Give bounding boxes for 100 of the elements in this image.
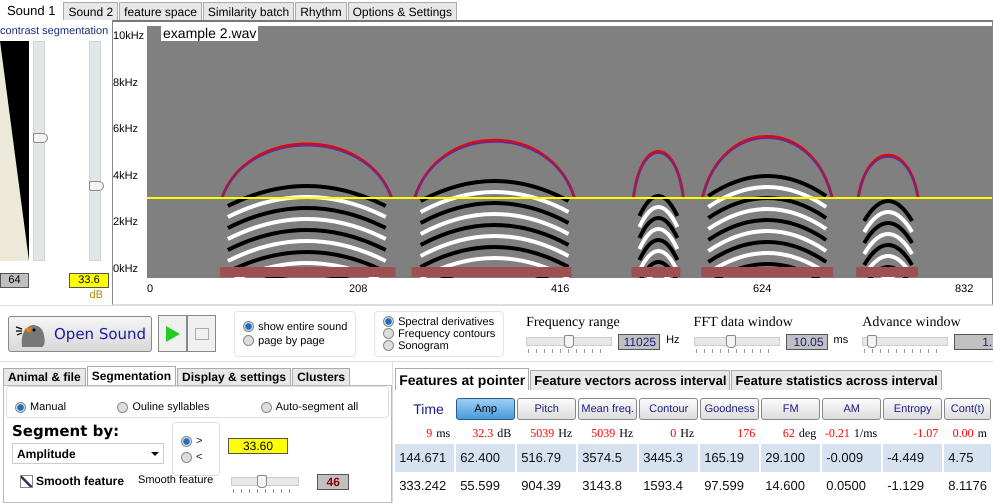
readout-unit: Hz bbox=[680, 426, 694, 441]
display-option[interactable]: Sonogram bbox=[383, 340, 496, 352]
horizontal-slider[interactable] bbox=[526, 336, 612, 346]
table-cell: 904.39 bbox=[517, 472, 578, 500]
sound-tab[interactable]: Options & Settings bbox=[348, 2, 457, 20]
time-label: Time bbox=[412, 401, 445, 417]
time-label: 624 bbox=[753, 283, 772, 295]
features-tab[interactable]: Feature statistics across interval bbox=[731, 370, 942, 390]
contrast-slider[interactable] bbox=[33, 41, 45, 261]
slider-value: 10.05 bbox=[786, 334, 828, 350]
sound-tab[interactable]: Similarity batch bbox=[202, 2, 294, 20]
segmentation-slider[interactable] bbox=[89, 41, 101, 261]
smooth-slider[interactable] bbox=[231, 477, 300, 486]
settings-tab[interactable]: Display & settings bbox=[177, 368, 292, 385]
readout-unit: dB bbox=[497, 426, 512, 441]
display-option[interactable]: Spectral derivatives bbox=[383, 316, 496, 328]
feature-button[interactable]: Entropy bbox=[883, 398, 942, 420]
slider-thumb[interactable] bbox=[866, 334, 877, 348]
feature-button[interactable]: Goodness bbox=[700, 398, 760, 420]
slider-label: Smooth feature bbox=[138, 474, 214, 486]
feature-button[interactable]: Pitch bbox=[517, 398, 576, 420]
table-cell: -1.129 bbox=[883, 472, 944, 500]
play-button[interactable] bbox=[158, 315, 188, 352]
frequency-label: 4kHz bbox=[113, 170, 140, 182]
readout-value: 5039 bbox=[591, 426, 616, 441]
mode-option[interactable]: Manual bbox=[15, 401, 66, 413]
feature-button[interactable]: Cont(t) bbox=[944, 398, 991, 420]
readout-value: 0 bbox=[670, 426, 676, 441]
table-cell: 8.1176 bbox=[944, 472, 993, 500]
table-cell: 14.600 bbox=[761, 472, 822, 500]
segment-by-dropdown[interactable]: Amplitude bbox=[12, 443, 164, 464]
feature-button[interactable]: Amp bbox=[456, 398, 516, 420]
open-sound-button[interactable]: Open Sound bbox=[8, 316, 152, 352]
readout-unit: Hz bbox=[619, 426, 634, 441]
table-cell: 516.79 bbox=[517, 444, 578, 472]
readout-value: 5039 bbox=[530, 426, 554, 441]
sound-tab[interactable]: Sound 2 bbox=[63, 2, 118, 20]
slider-thumb[interactable] bbox=[33, 132, 48, 143]
slider-thumb[interactable] bbox=[564, 334, 574, 348]
table-cell: -0.009 bbox=[822, 444, 884, 472]
contrast-wedge-icon bbox=[0, 41, 29, 261]
sound-tab[interactable]: Rhythm bbox=[295, 2, 347, 20]
features-tab[interactable]: Feature vectors across interval bbox=[530, 370, 730, 390]
readout-unit: Hz bbox=[558, 426, 572, 441]
features-tab[interactable]: Features at pointer bbox=[395, 368, 530, 390]
horizontal-slider[interactable] bbox=[862, 336, 948, 346]
segmentation-value: 33.6 bbox=[69, 273, 109, 288]
unit-label: ms bbox=[834, 334, 848, 346]
sound-tab[interactable]: feature space bbox=[119, 2, 202, 20]
horizontal-slider[interactable] bbox=[694, 336, 780, 346]
slider-label: Advance window bbox=[862, 314, 962, 330]
smooth-checkbox[interactable]: Smooth feature bbox=[20, 474, 124, 488]
time-label: 208 bbox=[349, 283, 368, 295]
readout-value: 0.00 bbox=[952, 426, 974, 441]
feature-button[interactable]: Mean freq. bbox=[578, 398, 638, 420]
unit-label: Hz bbox=[666, 334, 680, 346]
table-cell: 333.242 bbox=[395, 472, 456, 500]
stop-button[interactable] bbox=[187, 315, 216, 352]
frequency-label: 10kHz bbox=[113, 30, 146, 42]
slider-value: 11025 bbox=[618, 334, 660, 350]
readout-unit: ms bbox=[436, 426, 450, 441]
slider-thumb[interactable] bbox=[256, 475, 267, 488]
readout-unit: m bbox=[978, 426, 987, 441]
file-name: example 2.wav bbox=[161, 26, 258, 41]
table-cell: 29.100 bbox=[761, 444, 822, 472]
feature-button[interactable]: AM bbox=[822, 398, 882, 420]
panel-title: contrast segmentation bbox=[0, 24, 110, 37]
settings-tab[interactable]: Segmentation bbox=[86, 366, 176, 385]
threshold-field[interactable]: 33.60 bbox=[228, 438, 288, 454]
segment-by-label: Segment by: bbox=[12, 422, 120, 440]
mode-option[interactable]: Ouline syllables bbox=[117, 401, 210, 413]
slider-thumb[interactable] bbox=[89, 180, 104, 191]
table-cell: 3445.3 bbox=[639, 444, 700, 472]
table-cell: 4.75 bbox=[944, 444, 993, 472]
slider-thumb[interactable] bbox=[726, 334, 736, 348]
settings-tab[interactable]: Clusters bbox=[292, 368, 350, 385]
readout-unit: deg bbox=[798, 426, 816, 441]
smooth-value: 46 bbox=[317, 474, 350, 490]
table-cell: 3574.5 bbox=[578, 444, 640, 472]
view-option[interactable]: show entire sound bbox=[243, 320, 348, 332]
readout-unit: 1/ms bbox=[854, 426, 878, 441]
view-option[interactable]: page by page bbox=[243, 334, 348, 346]
mode-option[interactable]: Auto-segment all bbox=[260, 401, 358, 413]
feature-button[interactable]: FM bbox=[761, 398, 820, 420]
feature-button[interactable]: Contour bbox=[639, 398, 698, 420]
play-icon bbox=[166, 326, 180, 342]
table-cell: 165.19 bbox=[700, 444, 762, 472]
readout-value: -1.07 bbox=[913, 426, 938, 441]
readout-value: 62 bbox=[782, 426, 795, 441]
contrast-value: 64 bbox=[0, 273, 29, 288]
display-option[interactable]: Frequency contours bbox=[383, 328, 496, 340]
stop-icon bbox=[194, 328, 209, 340]
table-cell: 55.599 bbox=[456, 472, 518, 500]
comparison-option[interactable]: < bbox=[181, 451, 211, 463]
settings-tab[interactable]: Animal & file bbox=[3, 368, 86, 385]
table-cell: 1593.4 bbox=[639, 472, 700, 500]
slider-value: 1. bbox=[954, 334, 993, 350]
comparison-option[interactable]: > bbox=[181, 435, 211, 447]
table-cell: 144.671 bbox=[395, 444, 456, 472]
readout-value: 9 bbox=[426, 426, 432, 441]
